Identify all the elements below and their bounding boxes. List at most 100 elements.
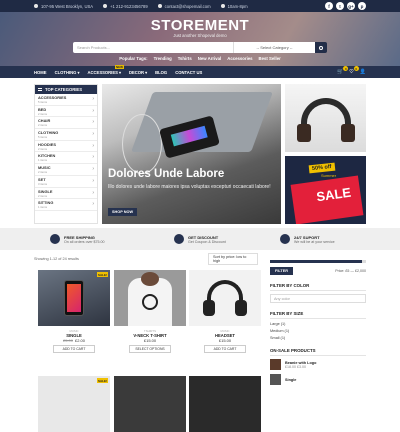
size-option-small[interactable]: Small (1) [270, 336, 366, 340]
mail-icon [157, 4, 162, 8]
color-select[interactable]: Any color [270, 294, 366, 303]
price-range-label: Price: £5 — £2,000 [335, 269, 366, 273]
product-image[interactable] [114, 376, 186, 432]
new-badge: NEW [114, 64, 124, 69]
sidebar-item-set[interactable]: SET 3 items [35, 176, 97, 188]
nav-blog[interactable]: BLOG [155, 70, 167, 75]
location-icon [34, 4, 38, 8]
google-plus-icon[interactable]: g+ [347, 2, 355, 10]
site-tagline: Just another Shopeval demo [173, 33, 227, 38]
search-bar: Search Products... -- Select Category -- [73, 42, 327, 53]
coupon-icon [174, 234, 184, 244]
pinterest-icon[interactable]: p [358, 2, 366, 10]
discount-tag: 50% off [308, 162, 335, 174]
site-logo[interactable]: STOREMENT [0, 12, 400, 34]
product-price: £5.00 £2.00 [62, 338, 86, 343]
popular-tags: Popular Tags: Trending Tshirts New Arriv… [0, 56, 400, 61]
sale-banner: SALE [290, 175, 364, 224]
phone-product-image [64, 280, 84, 316]
nav-accessories[interactable]: ACCESSORIES NEW [87, 64, 124, 75]
sidebar-item-sitting[interactable]: SITTING 1 items [35, 199, 97, 211]
product-image[interactable] [189, 270, 261, 326]
sale-badge: SALE! [97, 378, 108, 383]
select-options-button[interactable]: SELECT OPTIONS [129, 345, 171, 353]
sidebar-header: TOP CATEGORIES [35, 85, 97, 94]
product-card[interactable] [189, 376, 261, 432]
tag-new-arrival[interactable]: New Arrival [198, 56, 221, 61]
model-head [141, 272, 159, 286]
season-label: Summer [321, 173, 337, 178]
filter-sidebar: FILTER Price: £5 — £2,000 FILTER BY COLO… [270, 258, 366, 389]
feature-discount: GET DISCOUNT Get Coupon & Discount [174, 234, 226, 244]
product-card[interactable]: MUSIC HEADSET £15.00 ADD TO CART [189, 270, 261, 364]
onsale-item[interactable]: Single [270, 374, 366, 385]
nav-home[interactable]: HOME [34, 70, 47, 75]
headphone-cup-right [341, 124, 355, 142]
nav-contact[interactable]: CONTACT US [175, 70, 202, 75]
hero-slider[interactable]: Dolores Unde Labore Illo dolores unde la… [102, 84, 281, 224]
hours-info: 10am-8pm [220, 4, 248, 9]
product-card[interactable]: SALE! MUSIC SINGLE £5.00 £2.00 ADD TO CAR… [38, 270, 110, 364]
product-price: £15.00 [143, 338, 157, 343]
shop-now-button[interactable]: SHOP NOW [108, 208, 138, 216]
filter-button[interactable]: FILTER [270, 267, 294, 275]
wishlist-icon[interactable]: ♡ 0 [349, 66, 359, 75]
tag-tshirts[interactable]: Tshirts [178, 56, 192, 61]
add-to-cart-button[interactable]: ADD TO CART [204, 345, 246, 353]
nav-decor[interactable]: DECOR [129, 70, 147, 75]
sort-select[interactable]: Sort by price: low to high [208, 253, 258, 265]
price-range-slider[interactable] [270, 260, 366, 263]
product-card[interactable]: SALE! [38, 376, 110, 432]
sidebar-item-clothing[interactable]: CLOTHING 5 items [35, 129, 97, 141]
twitter-icon[interactable]: t [336, 2, 344, 10]
tag-trending[interactable]: Trending [154, 56, 172, 61]
main-nav: HOME CLOTHING ACCESSORIESNEW DECOR BLOG … [0, 64, 400, 78]
headphone-cup-left [297, 124, 311, 142]
add-to-cart-button[interactable]: ADD TO CART [53, 345, 95, 353]
cart-count: 0 [343, 66, 349, 71]
summer-sale-promo[interactable]: 50% off Summer SALE [285, 156, 366, 224]
support-icon [280, 234, 290, 244]
product-image[interactable] [189, 376, 261, 432]
sidebar-item-music[interactable]: MUSIC 2 items [35, 164, 97, 176]
search-input[interactable]: Search Products... [73, 42, 233, 53]
size-option-medium[interactable]: Medium (1) [270, 329, 366, 333]
sidebar-item-accessories[interactable]: ACCESSORIES 5 items [35, 94, 97, 106]
product-card[interactable] [114, 376, 186, 432]
phone-icon [103, 4, 108, 8]
phone-info[interactable]: +1 212-9123456789 [103, 4, 148, 9]
category-sidebar: TOP CATEGORIES ACCESSORIES5 items BED2 i… [34, 84, 98, 224]
facebook-icon[interactable]: f [325, 2, 333, 10]
filter-color-heading: FILTER BY COLOR [270, 283, 366, 291]
tag-accessories[interactable]: Accessories [227, 56, 252, 61]
search-button[interactable] [315, 42, 327, 53]
earphone-cable-image [122, 114, 162, 174]
slider-title: Dolores Unde Labore [108, 168, 225, 180]
cart-icon[interactable]: 🛒 0 [337, 66, 349, 75]
tshirt-logo [142, 294, 158, 310]
product-card[interactable]: TSHIRTS V-NECK T-SHIRT £15.00 SELECT OPT… [114, 270, 186, 364]
category-select[interactable]: -- Select Category -- [233, 42, 315, 53]
sidebar-item-hoodies[interactable]: HOODIES 2 items [35, 141, 97, 153]
headphones-promo[interactable] [285, 84, 366, 152]
sidebar-item-kitchen[interactable]: KITCHEN 1 items [35, 152, 97, 165]
sidebar-item-chair[interactable]: CHAIR 2 items [35, 117, 97, 130]
search-icon [319, 45, 323, 50]
nav-clothing[interactable]: CLOTHING [55, 70, 80, 75]
sidebar-item-single[interactable]: SINGLE 2 items [35, 188, 97, 200]
account-icon[interactable]: 👤 [360, 69, 366, 75]
product-image[interactable] [114, 270, 186, 326]
results-count: Showing 1-12 of 24 results [34, 257, 79, 261]
onsale-item[interactable]: Beanie with Logo £18.00 £3.00 [270, 359, 366, 370]
feature-free-shipping: FREE SHIPPING On all orders over $75.00 [50, 234, 105, 244]
feature-support: 24/7 SUPORT We will be at your service [280, 234, 335, 244]
top-info-bar: 107-95 West Brooklyn, USA +1 212-9123456… [0, 0, 400, 12]
product-image[interactable]: SALE! [38, 376, 110, 432]
product-price: £15.00 [218, 338, 232, 343]
sale-badge: SALE! [97, 272, 108, 277]
tag-best-seller[interactable]: Best Seller [259, 56, 281, 61]
product-image[interactable]: SALE! [38, 270, 110, 326]
email-info[interactable]: contact@shopemail.com [157, 4, 211, 9]
sidebar-item-bed[interactable]: BED 2 items [35, 106, 97, 118]
size-option-large[interactable]: Large (1) [270, 322, 366, 326]
